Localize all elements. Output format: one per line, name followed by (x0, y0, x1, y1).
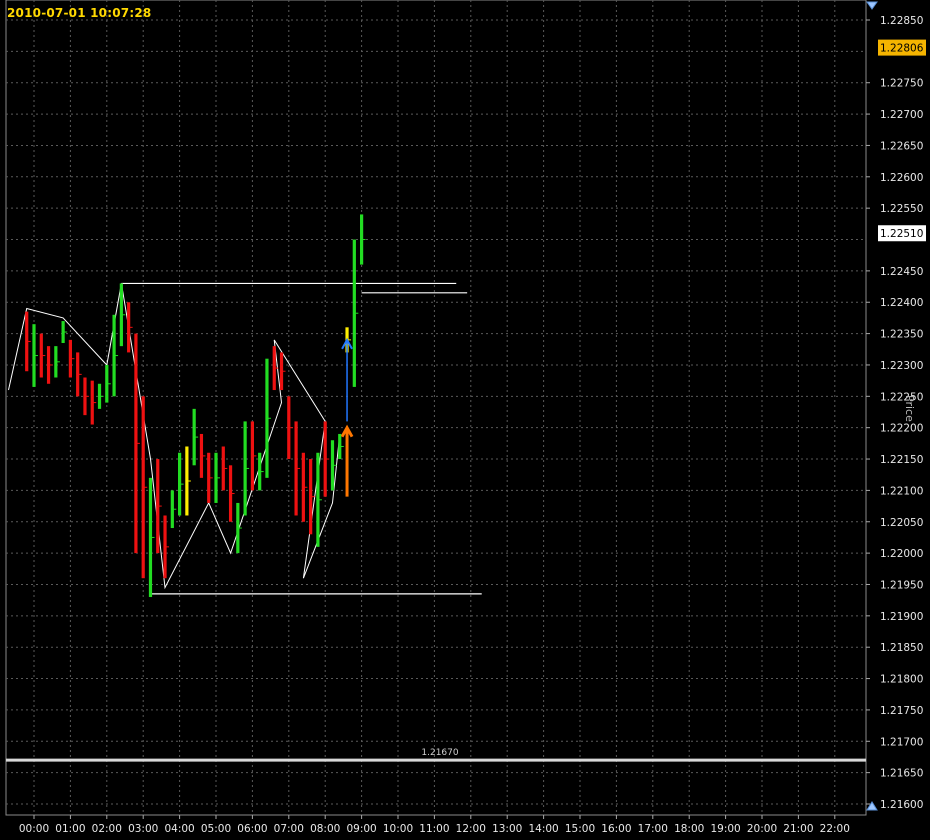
chart-timestamp: 2010-07-01 10:07:28 (7, 6, 152, 20)
x-tick-label: 12:00 (456, 823, 486, 835)
y-tick-label: 1.21800 (880, 674, 923, 686)
x-tick-label: 06:00 (237, 823, 267, 835)
x-tick-label: 03:00 (128, 823, 158, 835)
y-tick-label: 1.21950 (880, 579, 923, 591)
y-tick-label: 1.22000 (880, 548, 923, 560)
x-tick-label: 01:00 (55, 823, 85, 835)
y-tick-label: 1.22650 (880, 140, 923, 152)
x-tick-label: 19:00 (710, 823, 740, 835)
x-tick-label: 14:00 (528, 823, 558, 835)
scroll-bottom-marker-icon[interactable] (866, 800, 878, 812)
y-tick-label: 1.22050 (880, 517, 923, 529)
x-tick-label: 07:00 (274, 823, 304, 835)
x-tick-label: 13:00 (492, 823, 522, 835)
y-tick-label: 1.22850 (880, 15, 923, 27)
y-tick-label: 1.21600 (880, 799, 923, 811)
price-chart[interactable]: 1.21670 1.22850 1.22750 1.22700 1.22650 1.226… (0, 0, 930, 840)
price-axis-title: Price (903, 395, 916, 422)
y-tick-label: 1.22100 (880, 485, 923, 497)
price-label-text: 1.22510 (880, 228, 923, 240)
x-tick-label: 20:00 (747, 823, 777, 835)
y-tick-label: 1.22200 (880, 423, 923, 435)
y-tick-label: 1.22400 (880, 297, 923, 309)
y-tick-label: 1.22300 (880, 360, 923, 372)
y-tick-label: 1.22750 (880, 78, 923, 90)
y-tick-label: 1.21750 (880, 705, 923, 717)
x-tick-label: 02:00 (92, 823, 122, 835)
y-tick-label: 1.21900 (880, 611, 923, 623)
y-tick-label: 1.21700 (880, 736, 923, 748)
x-tick-label: 11:00 (419, 823, 449, 835)
y-tick-label: 1.22550 (880, 203, 923, 215)
y-tick-label: 1.22450 (880, 266, 923, 278)
y-tick-label: 1.22150 (880, 454, 923, 466)
x-tick-label: 10:00 (383, 823, 413, 835)
x-tick-label: 16:00 (601, 823, 631, 835)
x-tick-label: 04:00 (164, 823, 194, 835)
x-tick-label: 22:00 (820, 823, 850, 835)
x-tick-label: 15:00 (565, 823, 595, 835)
x-tick-label: 08:00 (310, 823, 340, 835)
x-tick-label: 21:00 (783, 823, 813, 835)
x-tick-label: 09:00 (346, 823, 376, 835)
x-tick-label: 17:00 (638, 823, 668, 835)
y-tick-label: 1.22250 (880, 391, 923, 403)
support-label: 1.21670 (421, 748, 458, 758)
x-tick-label: 18:00 (674, 823, 704, 835)
y-tick-label: 1.21650 (880, 768, 923, 780)
y-tick-label: 1.22700 (880, 109, 923, 121)
y-tick-label: 1.22350 (880, 329, 923, 341)
y-tick-label: 1.22600 (880, 172, 923, 184)
x-tick-label: 05:00 (201, 823, 231, 835)
x-tick-label: 00:00 (19, 823, 49, 835)
scroll-top-marker-icon[interactable] (866, 0, 878, 12)
current-price-label: 1.22806 (880, 43, 924, 55)
y-tick-label: 1.21850 (880, 642, 923, 654)
